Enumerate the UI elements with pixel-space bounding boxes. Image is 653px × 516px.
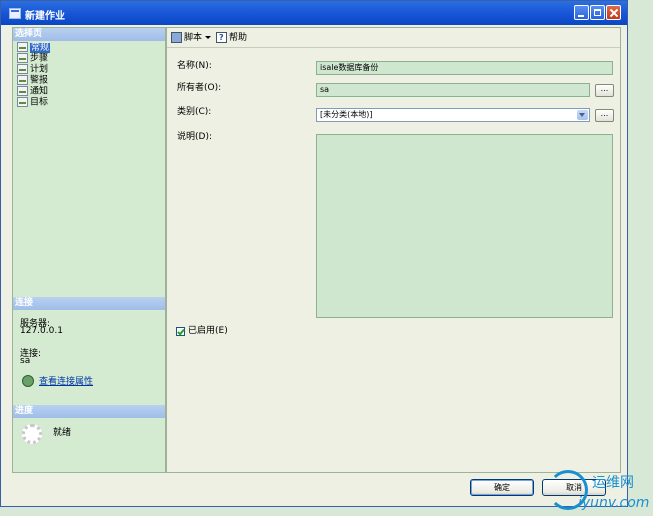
maximize-button[interactable] [590, 5, 605, 20]
minimize-button[interactable] [574, 5, 589, 20]
page-icon [17, 42, 28, 52]
left-panel: 选择页 常规 步骤 计划 警报 通知 目标 连接 服务器: 127.0.0.1 … [12, 27, 166, 473]
toolbar: 脚本 帮助 [167, 28, 620, 48]
page-icon [17, 64, 28, 74]
connection-header: 连接 [13, 297, 165, 310]
button-bar: 确定 取消 [12, 473, 622, 504]
view-connection-properties-link[interactable]: 查看连接属性 [39, 374, 93, 387]
connection-value: sa [20, 356, 31, 366]
page-icon [17, 53, 28, 63]
owner-input[interactable]: sa [316, 83, 590, 97]
name-label: 名称(N): [177, 61, 212, 71]
watermark-line1: 运维网 [592, 475, 634, 491]
enabled-checkbox[interactable] [176, 327, 185, 336]
page-item-notifications[interactable]: 通知 [17, 86, 48, 97]
help-icon [216, 32, 227, 43]
page-icon [17, 86, 28, 96]
window-icon [9, 8, 21, 19]
progress-header: 进度 [13, 405, 165, 418]
page-item-schedule[interactable]: 计划 [17, 64, 48, 75]
watermark: 运维网 iyunv.com [548, 468, 653, 516]
owner-browse-button[interactable]: ... [595, 84, 614, 97]
progress-spinner-icon [22, 424, 42, 444]
description-textarea[interactable] [316, 134, 613, 318]
new-job-dialog: 新建作业 选择页 常规 步骤 计划 警报 通知 目标 连接 服务器: 127.0… [0, 0, 628, 507]
page-item-steps[interactable]: 步骤 [17, 53, 48, 64]
owner-label: 所有者(O): [177, 83, 222, 93]
help-button[interactable]: 帮助 [216, 32, 247, 44]
page-item-targets[interactable]: 目标 [17, 97, 48, 108]
chevron-down-icon [205, 36, 212, 39]
close-button[interactable] [606, 5, 621, 20]
select-page-header: 选择页 [13, 28, 165, 41]
name-input[interactable]: isale数据库备份 [316, 61, 613, 75]
title-bar[interactable]: 新建作业 [1, 1, 627, 25]
connection-properties-icon [22, 375, 34, 387]
page-item-alerts[interactable]: 警报 [17, 75, 48, 86]
window-title: 新建作业 [25, 11, 65, 22]
page-icon [17, 75, 28, 85]
server-value: 127.0.0.1 [20, 326, 63, 336]
ok-button[interactable]: 确定 [470, 479, 534, 496]
category-browse-button[interactable]: ... [595, 109, 614, 122]
script-button[interactable]: 脚本 [171, 32, 212, 44]
watermark-line2: iyunv.com [578, 495, 650, 511]
right-panel: 脚本 帮助 名称(N): isale数据库备份 所有者(O): sa ... 类… [166, 27, 621, 473]
chevron-down-icon[interactable] [577, 110, 588, 120]
script-icon [171, 32, 182, 43]
page-item-general[interactable]: 常规 [17, 42, 51, 53]
enabled-label[interactable]: 已启用(E) [188, 326, 228, 337]
category-label: 类别(C): [177, 107, 212, 117]
page-icon [17, 97, 28, 107]
category-select[interactable]: [未分类(本地)] [316, 108, 590, 122]
progress-status: 就绪 [53, 428, 72, 438]
description-label: 说明(D): [177, 132, 212, 142]
